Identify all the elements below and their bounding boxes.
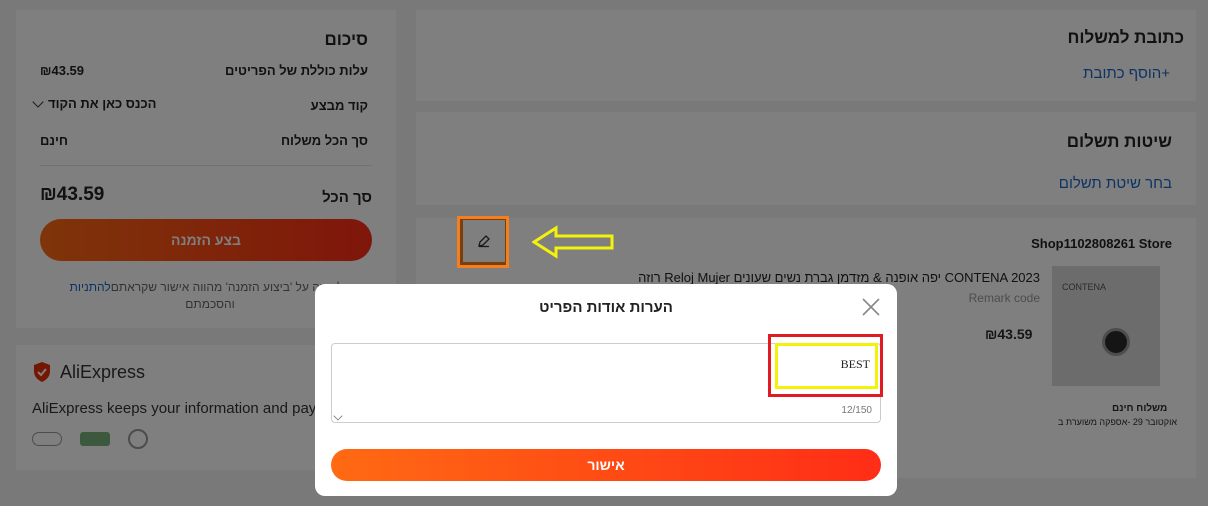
annotation-arrow-icon [532,225,614,259]
estimated-delivery: אוקטובר 29 -אספקה משוערת ב [1058,417,1178,427]
modal-title: הערות אודות הפריט [539,299,673,316]
item-notes-modal: הערות אודות הפריט 12/150 BEST אישור [315,284,897,496]
note-value: BEST [840,357,870,371]
resize-handle-icon[interactable] [333,411,343,421]
product-price: ₪43.59 [985,326,1033,342]
edit-note-highlight [457,216,509,268]
confirm-button[interactable]: אישור [331,449,881,481]
free-shipping-label: משלוח חינם [1112,403,1168,414]
note-counter: 12/150 [841,405,872,416]
close-icon[interactable] [861,297,881,317]
